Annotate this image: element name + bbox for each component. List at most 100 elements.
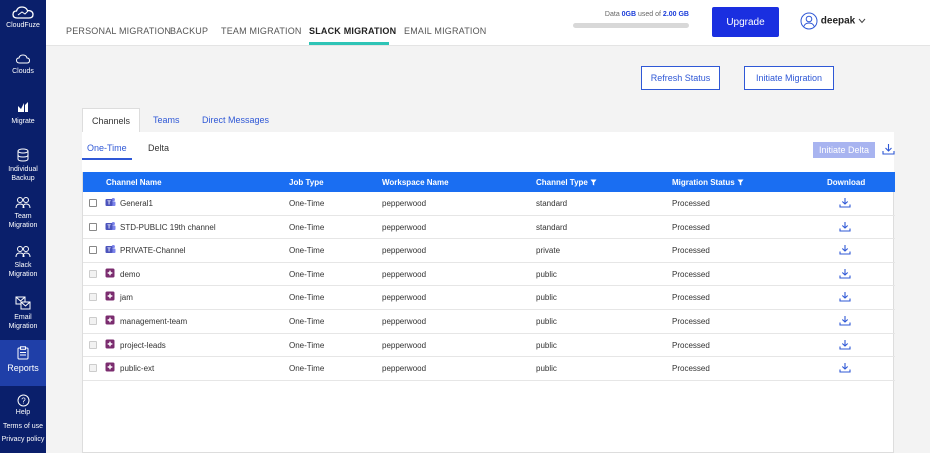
teams-icon: T: [105, 198, 116, 207]
row-download-button[interactable]: [839, 315, 851, 328]
cell-job-type: One-Time: [289, 317, 325, 326]
cell-channel-type: standard: [536, 222, 568, 232]
cell-workspace: pepperwood: [382, 364, 427, 374]
row-download-button[interactable]: [839, 221, 851, 234]
channel-icon: [105, 315, 115, 327]
sidebar-item-label: Reports: [7, 363, 39, 373]
tab-team-migration[interactable]: TEAM MIGRATION: [221, 26, 302, 36]
row-download-button[interactable]: [839, 291, 851, 304]
cell-channel-name: public-ext: [120, 364, 155, 374]
row-download-button[interactable]: [839, 362, 851, 375]
sidebar-privacy-link[interactable]: Privacy policy: [0, 436, 46, 443]
col-migration-status[interactable]: Migration Status: [672, 178, 744, 187]
download-all-icon[interactable]: [882, 143, 895, 155]
cell-channel-name: management-team: [120, 317, 188, 326]
sidebar-item-team-migration[interactable]: Team Migration: [0, 196, 46, 230]
cell-channel-type: public: [536, 293, 557, 303]
sidebar-item-clouds[interactable]: Clouds: [0, 54, 46, 76]
teams-icon: T: [105, 245, 116, 254]
table-header: Channel Name Job Type Workspace Name Cha…: [83, 172, 895, 192]
cell-workspace: pepperwood: [382, 246, 427, 256]
email-icon: [15, 296, 31, 310]
sidebar-item-label: Clouds: [12, 68, 34, 75]
row-download-button[interactable]: [839, 339, 851, 352]
download-icon[interactable]: [839, 197, 851, 208]
cell-channel-name: project-leads: [120, 340, 166, 350]
table-row[interactable]: T General1 One-Time pepperwood standard Proce…: [83, 192, 895, 216]
table-row[interactable]: public-ext One-Time pepperwood public Proces…: [83, 357, 895, 381]
cell-migration-status: Processed: [672, 364, 710, 374]
col-channel-name: Channel Name: [106, 178, 162, 187]
tab-teams[interactable]: Teams: [153, 108, 180, 132]
download-icon[interactable]: [839, 221, 851, 232]
cell-channel-type: public: [536, 269, 557, 279]
upgrade-button[interactable]: Upgrade: [712, 7, 779, 37]
row-download-button[interactable]: [839, 197, 851, 210]
table-row[interactable]: T PRIVATE-Channel One-Time pepperwood privat…: [83, 239, 895, 263]
logo-label: CloudFuze: [6, 22, 40, 29]
filter-icon[interactable]: [590, 179, 597, 186]
cell-channel-name: PRIVATE-Channel: [120, 246, 186, 256]
cell-migration-status: Processed: [672, 340, 710, 350]
col-workspace-name: Workspace Name: [382, 178, 449, 187]
cell-channel-name: jam: [120, 293, 133, 303]
download-icon[interactable]: [839, 315, 851, 326]
initiate-migration-button[interactable]: Initiate Migration: [744, 66, 834, 90]
slack-icon: [105, 268, 115, 278]
tab-personal-migration[interactable]: PERSONAL MIGRATION: [66, 26, 171, 36]
sidebar-item-reports[interactable]: Reports: [0, 340, 46, 386]
subtab-delta[interactable]: Delta: [148, 143, 169, 153]
storage-usage-text: Data 0GB used of 2.00 GB: [604, 11, 689, 18]
row-download-button[interactable]: [839, 244, 851, 257]
tab-direct-messages[interactable]: Direct Messages: [202, 108, 269, 132]
sidebar-logo[interactable]: CloudFuze: [0, 6, 46, 29]
table-row[interactable]: jam One-Time pepperwood public Processed: [83, 286, 895, 310]
slack-icon: [105, 362, 115, 372]
col-channel-type[interactable]: Channel Type: [536, 178, 597, 187]
download-icon[interactable]: [839, 291, 851, 302]
row-checkbox[interactable]: [89, 222, 97, 231]
sidebar-help[interactable]: ? Help: [0, 394, 46, 416]
cell-channel-type: public: [536, 364, 557, 374]
row-download-button[interactable]: [839, 268, 851, 281]
sidebar-item-label: Individual Backup: [8, 166, 38, 182]
row-checkbox[interactable]: [89, 246, 97, 255]
download-icon[interactable]: [839, 339, 851, 350]
row-checkbox: [89, 317, 97, 325]
filter-icon[interactable]: [737, 179, 744, 186]
database-icon: [17, 148, 29, 162]
channel-icon: T: [105, 221, 116, 234]
sidebar-terms-link[interactable]: Terms of use: [0, 423, 46, 430]
tab-backup[interactable]: BACKUP: [170, 26, 208, 36]
tab-channels[interactable]: Channels: [82, 108, 141, 132]
migrate-icon: [18, 102, 28, 112]
download-icon[interactable]: [839, 362, 851, 373]
sidebar-item-individual-backup[interactable]: Individual Backup: [0, 148, 46, 183]
refresh-status-button[interactable]: Refresh Status: [641, 66, 720, 90]
row-checkbox: [89, 293, 97, 302]
cell-job-type: One-Time: [289, 340, 325, 350]
cell-job-type: One-Time: [289, 364, 325, 374]
download-icon[interactable]: [839, 268, 851, 279]
active-tab-indicator: [309, 42, 389, 45]
col-download: Download: [827, 178, 866, 187]
row-checkbox[interactable]: [89, 199, 97, 207]
initiate-delta-button[interactable]: Initiate Delta: [813, 142, 875, 158]
table-row[interactable]: demo One-Time pepperwood public Processed: [83, 263, 895, 287]
user-menu[interactable]: deepak: [800, 12, 866, 32]
cell-job-type: One-Time: [289, 199, 325, 208]
team-icon: [15, 197, 31, 209]
table-row[interactable]: management-team One-Time pepperwood public P…: [83, 310, 895, 334]
username: deepak: [820, 15, 856, 27]
download-icon[interactable]: [839, 244, 851, 255]
table-row[interactable]: T STD-PUBLIC 19th channel One-Time pepperwo…: [83, 216, 895, 240]
cloud-icon: [16, 54, 30, 64]
sidebar-item-migrate[interactable]: Migrate: [0, 100, 46, 126]
subtab-one-time[interactable]: One-Time: [87, 143, 127, 153]
table-row[interactable]: project-leads One-Time pepperwood public Pro…: [83, 334, 895, 358]
sidebar-item-slack-migration[interactable]: Slack Migration: [0, 245, 46, 279]
tab-slack-migration[interactable]: SLACK MIGRATION: [309, 26, 396, 36]
cell-channel-name: General1: [120, 199, 153, 208]
sidebar-item-email-migration[interactable]: Email Migration: [0, 296, 46, 331]
tab-email-migration[interactable]: EMAIL MIGRATION: [404, 26, 487, 36]
